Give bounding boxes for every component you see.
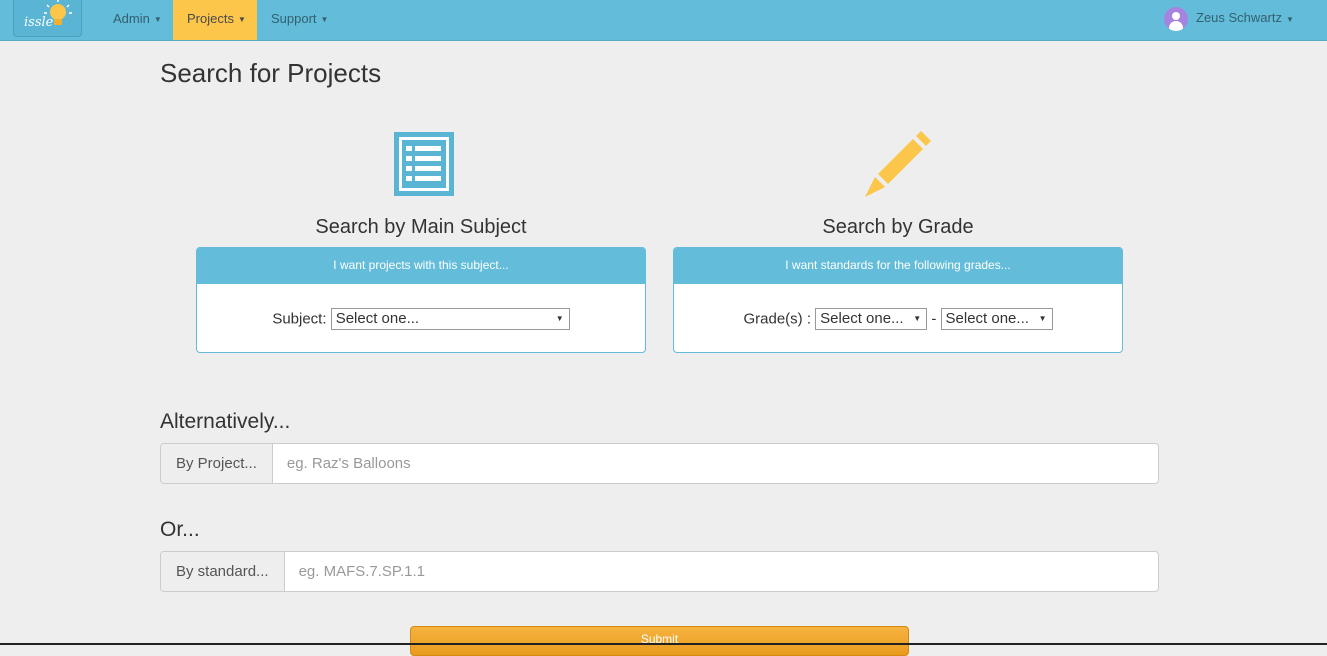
- subject-panel-heading: I want projects with this subject...: [197, 248, 645, 284]
- grade-panel: I want standards for the following grade…: [673, 247, 1123, 353]
- project-search-input[interactable]: eg. Raz's Balloons: [273, 444, 1158, 483]
- subject-label: Subject:: [272, 310, 327, 328]
- standard-search-group: By standard... eg. MAFS.7.SP.1.1: [160, 551, 1159, 592]
- or-heading: Or...: [160, 518, 200, 541]
- caret-down-icon: ▼: [320, 15, 329, 25]
- submit-button[interactable]: Submit: [410, 626, 909, 656]
- nav-support[interactable]: Support ▼: [257, 0, 342, 40]
- grade-to-select[interactable]: Select one... ▼: [940, 308, 1053, 330]
- nav-admin[interactable]: Admin ▼: [99, 0, 176, 40]
- dropdown-arrow-icon: ▼: [913, 314, 922, 323]
- alternatively-heading: Alternatively...: [160, 410, 291, 433]
- nav-projects-label: Projects: [187, 11, 234, 26]
- caret-down-icon: ▼: [153, 15, 162, 25]
- grade-separator: -: [931, 310, 937, 328]
- user-name: Zeus Schwartz: [1196, 10, 1282, 25]
- grade-search-section: Search by Grade I want standards for the…: [673, 128, 1123, 353]
- subject-select[interactable]: Select one... ▼: [330, 308, 570, 330]
- grade-label: Grade(s) :: [743, 310, 811, 328]
- standard-addon: By standard...: [161, 552, 285, 591]
- logo-text: issle: [24, 15, 54, 30]
- project-search-group: By Project... eg. Raz's Balloons: [160, 443, 1159, 484]
- subject-search-heading: Search by Main Subject: [315, 216, 527, 238]
- subject-panel: I want projects with this subject... Sub…: [196, 247, 646, 353]
- standard-search-input[interactable]: eg. MAFS.7.SP.1.1: [285, 552, 1158, 591]
- nav-support-label: Support: [271, 11, 317, 26]
- project-addon: By Project...: [161, 444, 273, 483]
- page-title: Search for Projects: [160, 58, 382, 88]
- dropdown-arrow-icon: ▼: [1038, 314, 1047, 323]
- pencil-icon: [865, 131, 931, 197]
- grade-from-select[interactable]: Select one... ▼: [815, 308, 928, 330]
- dropdown-arrow-icon: ▼: [555, 314, 564, 323]
- top-navbar: issle Admin ▼ Projects ▼ Support ▼ Zeus Sch…: [0, 0, 1327, 41]
- user-menu[interactable]: Zeus Schwartz ▼: [1164, 5, 1294, 33]
- avatar-icon: [1164, 6, 1188, 31]
- grade-search-heading: Search by Grade: [822, 216, 974, 238]
- caret-down-icon: ▼: [1285, 15, 1294, 24]
- list-icon: [394, 132, 454, 196]
- grade-panel-heading: I want standards for the following grade…: [674, 248, 1122, 284]
- grade-to-value: Select one...: [945, 310, 1029, 327]
- caret-down-icon: ▼: [237, 15, 246, 25]
- issle-logo[interactable]: issle: [13, 0, 82, 37]
- subject-select-value: Select one...: [335, 310, 420, 327]
- nav-admin-label: Admin: [113, 11, 150, 26]
- grade-from-value: Select one...: [820, 310, 904, 327]
- subject-search-section: Search by Main Subject I want projects w…: [196, 128, 646, 353]
- nav-projects[interactable]: Projects ▼: [173, 0, 257, 40]
